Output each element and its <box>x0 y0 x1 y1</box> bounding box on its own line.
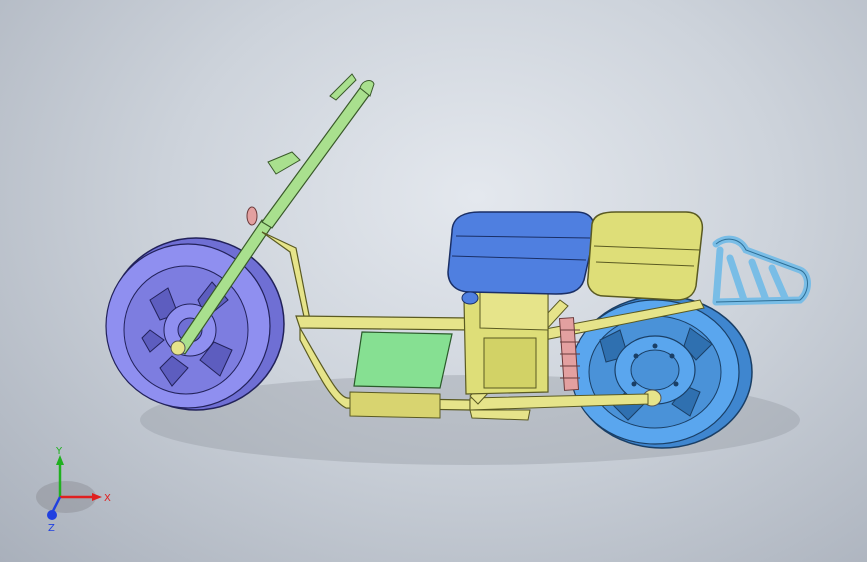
scooter-3d-model[interactable] <box>0 0 867 562</box>
battery-box[interactable] <box>463 289 549 395</box>
z-axis-label: Z <box>48 523 55 534</box>
triad-axes: Y X Z <box>36 446 111 534</box>
y-axis-label: Y <box>55 446 63 457</box>
brake-lever-icon[interactable] <box>329 73 357 101</box>
graphics-viewport[interactable]: Y X Z <box>0 0 867 562</box>
x-axis-arrow-icon <box>92 493 102 501</box>
x-axis-label: X <box>104 493 111 504</box>
z-axis-knob-icon <box>47 510 57 520</box>
orientation-triad[interactable]: Y X Z <box>30 445 120 535</box>
throttle-lever-icon[interactable] <box>267 151 301 175</box>
seat[interactable] <box>447 211 596 305</box>
rear-rack[interactable] <box>712 235 811 306</box>
floor-pad[interactable] <box>353 331 453 389</box>
rear-storage-box[interactable] <box>586 211 704 301</box>
